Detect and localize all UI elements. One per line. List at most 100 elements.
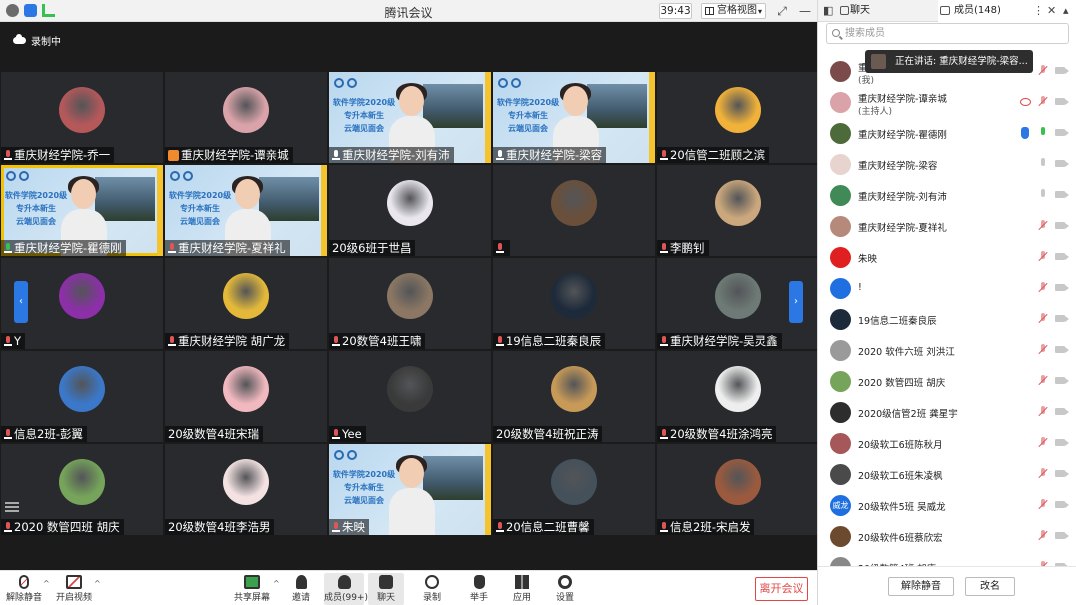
camera-off-icon[interactable] [1055,470,1069,477]
invite-button[interactable]: 邀请 [287,573,315,605]
camera-off-icon[interactable] [1055,191,1069,198]
start-video-button[interactable]: 开启视频 [56,573,92,605]
camera-off-icon[interactable] [1055,346,1069,353]
camera-off-icon[interactable] [1055,222,1069,229]
member-row[interactable]: 重庆财经学院-刘有沛 [818,181,1076,212]
member-row[interactable]: 20级数管4班 胡康 [818,553,1076,566]
member-row[interactable]: ! [818,274,1076,305]
view-mode-dropdown[interactable]: 宫格视图 ▾ [701,3,766,19]
mic-muted-icon[interactable] [1039,530,1047,542]
video-tile[interactable]: 信息2班-宋启发 [657,444,819,535]
video-tile[interactable]: 软件学院2020级 专升本新生 云端见面会 重庆财经学院-瞿德刚 [1,165,163,256]
close-icon[interactable]: ✕ [1047,4,1056,17]
mic-muted-icon[interactable] [1039,282,1047,294]
mic-icon[interactable] [1039,189,1047,201]
video-tile[interactable]: 20级数管4班李浩男 [165,444,327,535]
mic-muted-icon[interactable] [1039,220,1047,232]
prev-page-button[interactable]: ‹ [14,281,28,323]
mic-muted-icon[interactable] [1039,437,1047,449]
camera-off-icon[interactable] [1055,129,1069,136]
camera-off-icon[interactable] [1055,501,1069,508]
video-tile[interactable]: 20级数管4班宋瑞 [165,351,327,442]
mic-muted-icon[interactable] [1039,375,1047,387]
camera-off-icon[interactable] [1055,315,1069,322]
raise-hand-button[interactable]: 举手 [465,573,493,605]
member-search-input[interactable]: 搜索成员 [826,23,1069,44]
member-row[interactable]: 20级软工6班朱凌枫 [818,460,1076,491]
tab-chat[interactable]: 聊天 [820,0,938,22]
apps-button[interactable]: 应用 [508,573,536,605]
video-tile[interactable]: 软件学院2020级 专升本新生 云端见面会 朱映 [329,444,491,535]
member-row[interactable]: 重庆财经学院-梁容 [818,150,1076,181]
share-screen-button[interactable]: 共享屏幕 [233,573,271,605]
video-tile[interactable]: 软件学院2020级 专升本新生 云端见面会 重庆财经学院-梁容 [493,72,655,163]
fullscreen-icon[interactable]: ⤢ [775,4,789,18]
mic-muted-icon[interactable] [1039,406,1047,418]
member-row[interactable]: 朱映 [818,243,1076,274]
record-button[interactable]: 录制 [418,573,446,605]
mic-muted-icon[interactable] [1039,344,1047,356]
camera-off-icon[interactable] [1055,160,1069,167]
camera-off-icon[interactable] [1055,532,1069,539]
video-tile[interactable]: 重庆财经学院 胡广龙 [165,258,327,349]
rename-button[interactable]: 改名 [965,577,1015,596]
member-role: (我) [858,76,875,86]
member-row[interactable]: 2020 数管四班 胡庆 [818,367,1076,398]
video-tile[interactable]: 20信管二班顾之滨 [657,72,819,163]
video-tile[interactable]: 20级数管4班祝正涛 [493,351,655,442]
leave-meeting-button[interactable]: 离开会议 [755,577,808,601]
camera-off-icon[interactable] [1055,408,1069,415]
camera-off-icon[interactable] [1055,98,1069,105]
member-row[interactable]: 19信息二班秦良辰 [818,305,1076,336]
video-tile[interactable] [493,165,655,256]
member-row[interactable]: 20级软工6班陈秋月 [818,429,1076,460]
mic-muted-icon[interactable] [1039,313,1047,325]
chevron-up-icon[interactable]: ^ [273,579,280,588]
settings-button[interactable]: 设置 [551,573,579,605]
video-tile[interactable]: 信息2班-彭翼 [1,351,163,442]
camera-off-icon[interactable] [1055,377,1069,384]
video-tile[interactable]: 重庆财经学院-乔一 [1,72,163,163]
video-tile[interactable]: 软件学院2020级 专升本新生 云端见面会 重庆财经学院-刘有沛 [329,72,491,163]
chevron-up-icon[interactable]: ^ [94,579,101,588]
camera-off-icon[interactable] [1055,439,1069,446]
more-icon[interactable]: ⋮ [1033,4,1044,17]
member-row[interactable]: 重庆财经学院-谭亲城 (主持人) [818,88,1076,119]
video-tile[interactable]: 软件学院2020级 专升本新生 云端见面会 重庆财经学院-夏祥礼 [165,165,327,256]
video-tile[interactable]: 20数管4班王啸 [329,258,491,349]
video-tile[interactable]: 2020 数管四班 胡庆 [1,444,163,535]
unmute-all-button[interactable]: 解除静音 [888,577,954,596]
mic-muted-icon[interactable] [1039,499,1047,511]
video-tile[interactable]: 20级数管4班涂鸿亮 [657,351,819,442]
members-button[interactable]: 成员(99+) [324,573,368,605]
video-tile[interactable]: Yee [329,351,491,442]
minimize-icon[interactable]: — [798,4,812,18]
member-row[interactable]: 20级软件6班蔡欣宏 [818,522,1076,553]
video-tile[interactable]: 重庆财经学院-谭亲城 [165,72,327,163]
member-row[interactable]: 威龙 20级软件5班 吴威龙 [818,491,1076,522]
gear-icon [558,575,572,589]
mic-icon[interactable] [1039,127,1047,139]
mic-muted-icon[interactable] [1039,65,1047,77]
next-page-button[interactable]: › [789,281,803,323]
chat-button[interactable]: 聊天 [368,573,404,605]
unmute-button[interactable]: 解除静音 [6,573,42,605]
mic-muted-icon[interactable] [1039,251,1047,263]
member-row[interactable]: 重庆财经学院-夏祥礼 [818,212,1076,243]
chevron-up-icon[interactable]: ^ [43,579,50,588]
video-tile[interactable]: 李鹏钊 [657,165,819,256]
member-row[interactable]: 2020 软件六班 刘洪江 [818,336,1076,367]
video-tile[interactable]: 20信息二班曹馨 [493,444,655,535]
mic-muted-icon[interactable] [1039,96,1047,108]
camera-off-icon[interactable] [1055,253,1069,260]
list-icon[interactable] [5,500,19,512]
camera-off-icon[interactable] [1055,284,1069,291]
scroll-up-icon[interactable]: ▴ [1063,4,1069,17]
member-row[interactable]: 重庆财经学院-瞿德刚 [818,119,1076,150]
video-tile[interactable]: 19信息二班秦良辰 [493,258,655,349]
mic-muted-icon[interactable] [1039,468,1047,480]
member-row[interactable]: 2020级信管2班 龚星宇 [818,398,1076,429]
mic-icon[interactable] [1039,158,1047,170]
camera-off-icon[interactable] [1055,67,1069,74]
video-tile[interactable]: 20级6班于世昌 [329,165,491,256]
